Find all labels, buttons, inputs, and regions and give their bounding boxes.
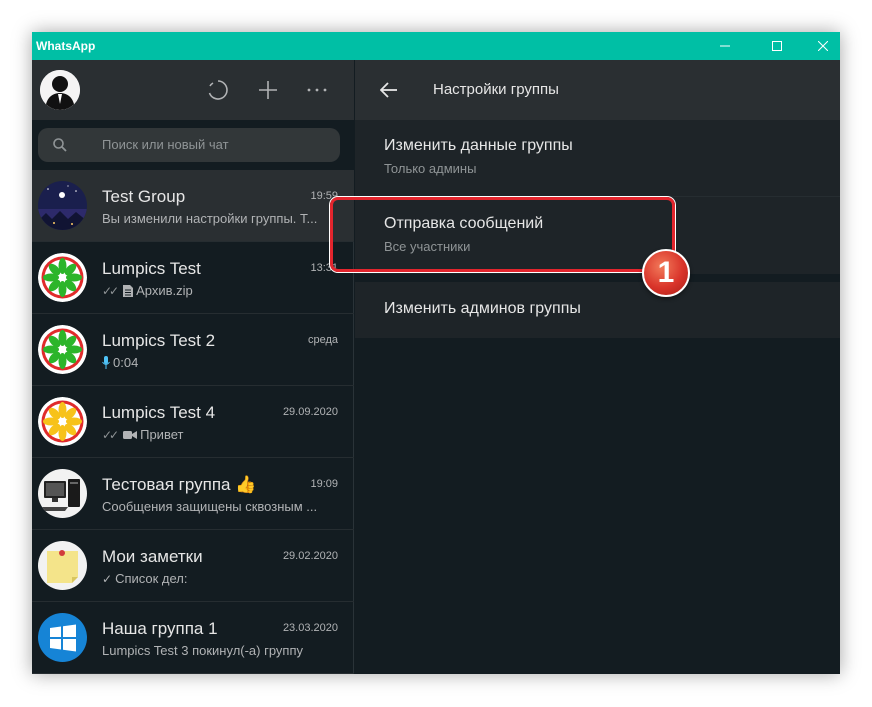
highlight-frame xyxy=(330,197,675,272)
chat-preview-text: Вы изменили настройки группы. Т... xyxy=(102,211,318,226)
chat-item-lumpics-test-4[interactable]: Lumpics Test 4 29.09.2020 ✓✓ Привет xyxy=(32,386,354,458)
chat-name: Test Group xyxy=(102,187,186,206)
chat-name: Мои заметки xyxy=(102,547,203,566)
setting-edit-group-admins[interactable]: Изменить админов группы xyxy=(355,282,840,338)
plus-icon xyxy=(259,81,277,99)
chat-sidebar: Поиск или новый чат Test Group 19:59 Вы … xyxy=(32,60,354,674)
chat-name: Lumpics Test xyxy=(102,259,201,278)
search-input[interactable]: Поиск или новый чат xyxy=(38,128,340,162)
search-bar: Поиск или новый чат xyxy=(32,120,354,170)
app-title: WhatsApp xyxy=(36,39,96,53)
back-button[interactable] xyxy=(375,76,403,104)
chat-preview: Сообщения защищены сквозным ... xyxy=(102,499,340,514)
sidebar-header xyxy=(32,60,354,120)
page-title: Настройки группы xyxy=(433,81,559,98)
profile-silhouette-icon xyxy=(40,70,80,110)
chat-name: Наша группа 1 xyxy=(102,619,218,638)
orange-avatar xyxy=(38,397,87,446)
check-icon: ✓ xyxy=(102,571,113,586)
divider xyxy=(355,274,840,282)
search-placeholder: Поиск или новый чат xyxy=(102,137,229,152)
chat-preview: ✓✓ Архив.zip xyxy=(102,283,340,298)
chat-preview-text: Архив.zip xyxy=(136,283,193,298)
title-bar: WhatsApp xyxy=(32,32,840,60)
my-avatar[interactable] xyxy=(40,70,80,110)
more-horizontal-icon xyxy=(307,88,327,92)
chat-item-lumpics-test-2[interactable]: Lumpics Test 2 среда 0:04 xyxy=(32,314,354,386)
group-settings-header: Настройки группы xyxy=(355,60,840,120)
chat-preview-text: Список дел: xyxy=(115,571,188,586)
close-icon xyxy=(818,41,828,51)
document-icon xyxy=(123,284,134,297)
chat-time: 23.03.2020 xyxy=(282,622,338,634)
chat-preview: Lumpics Test 3 покинул(-а) группу xyxy=(102,643,340,658)
chat-time: 29.09.2020 xyxy=(282,406,338,418)
maximize-button[interactable] xyxy=(754,32,800,60)
chat-item-my-notes[interactable]: Мои заметки 29.02.2020 ✓ Список дел: xyxy=(32,530,354,602)
chat-preview-text: Привет xyxy=(140,427,184,442)
setting-title: Изменить админов группы xyxy=(384,300,581,317)
whatsapp-window: WhatsApp Поиск или новый чат Test Group … xyxy=(32,32,840,674)
chat-time: 19:09 xyxy=(310,478,338,490)
group-settings-panel: Настройки группы Изменить данные группы … xyxy=(355,60,840,674)
chat-preview: ✓✓ Привет xyxy=(102,427,340,442)
chat-item-lumpics-test[interactable]: Lumpics Test 13:31 ✓✓ Архив.zip xyxy=(32,242,354,314)
setting-edit-group-info[interactable]: Изменить данные группы Только админы xyxy=(355,120,840,196)
maximize-icon xyxy=(772,41,782,51)
orange-icon xyxy=(38,397,87,446)
video-icon xyxy=(123,430,138,439)
lime-icon xyxy=(38,325,87,374)
sticky-note-icon xyxy=(38,541,87,590)
double-check-icon: ✓✓ xyxy=(102,283,119,298)
new-chat-button[interactable] xyxy=(254,76,282,104)
chat-item-our-group-1[interactable]: Наша группа 1 23.03.2020 Lumpics Test 3 … xyxy=(32,602,354,674)
lime-avatar xyxy=(38,253,87,302)
double-check-icon: ✓✓ xyxy=(102,427,119,442)
windows-avatar xyxy=(38,613,87,662)
night-sky-avatar xyxy=(38,181,87,230)
chat-item-test-group[interactable]: Test Group 19:59 Вы изменили настройки г… xyxy=(32,170,354,242)
arrow-left-icon xyxy=(380,82,397,98)
chat-time: 29.02.2020 xyxy=(282,550,338,562)
search-icon xyxy=(53,138,67,152)
chat-preview: Вы изменили настройки группы. Т... xyxy=(102,211,340,226)
close-button[interactable] xyxy=(800,32,840,60)
chat-preview-text: Lumpics Test 3 покинул(-а) группу xyxy=(102,643,304,658)
status-button[interactable] xyxy=(204,76,232,104)
setting-title: Изменить данные группы xyxy=(384,137,573,154)
minimize-icon xyxy=(720,45,730,47)
chat-preview: 0:04 xyxy=(102,355,340,370)
night-sky-icon xyxy=(38,181,87,230)
lime-icon xyxy=(38,253,87,302)
minimize-button[interactable] xyxy=(702,32,748,60)
chat-preview-text: 0:04 xyxy=(113,355,139,370)
step-number-badge: 1 xyxy=(642,249,690,297)
windows-logo-icon xyxy=(38,613,87,662)
chat-name: Lumpics Test 2 xyxy=(102,331,216,350)
status-icon xyxy=(208,80,228,100)
microphone-icon xyxy=(102,356,110,369)
chat-list: Test Group 19:59 Вы изменили настройки г… xyxy=(32,170,354,674)
chat-item-test-group-ru[interactable]: Тестовая группа 👍 19:09 Сообщения защище… xyxy=(32,458,354,530)
lime-avatar xyxy=(38,325,87,374)
setting-subtitle: Только админы xyxy=(384,161,477,176)
menu-button[interactable] xyxy=(303,76,331,104)
chat-name: Lumpics Test 4 xyxy=(102,403,216,422)
chat-name: Тестовая группа 👍 xyxy=(102,475,257,494)
computer-icon xyxy=(38,469,87,518)
chat-time: среда xyxy=(307,334,338,346)
sticky-note-avatar xyxy=(38,541,87,590)
computer-avatar xyxy=(38,469,87,518)
chat-preview-text: Сообщения защищены сквозным ... xyxy=(102,499,318,514)
chat-preview: ✓ Список дел: xyxy=(102,571,340,586)
